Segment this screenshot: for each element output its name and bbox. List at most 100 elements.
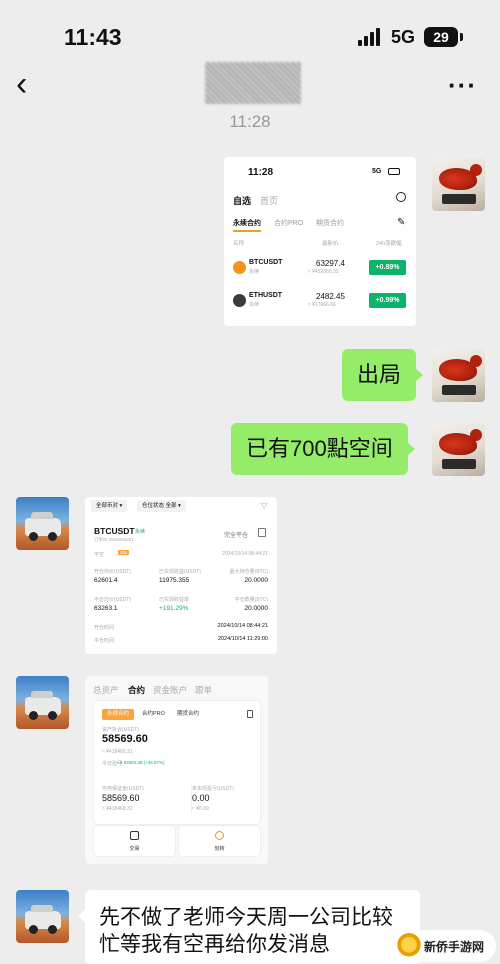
search-icon: [396, 192, 406, 202]
field-value: +191.29%: [159, 605, 189, 612]
site-watermark: 新侨手游网: [392, 930, 496, 962]
subtab-pro: 合约PRO: [274, 220, 304, 227]
contact-avatar[interactable]: [16, 890, 69, 943]
mini-battery-icon: [388, 168, 400, 175]
text-message[interactable]: 出局: [342, 349, 424, 401]
battery-icon: 29: [424, 27, 463, 47]
tab-total-assets: 总资产: [93, 685, 119, 695]
available-value: 58569.60: [102, 793, 140, 803]
field-label: 平仓数量(BTC): [234, 597, 268, 603]
filter-icon: ▽: [261, 501, 268, 510]
pill-pro: 合约PRO: [142, 711, 165, 717]
open-time: 2024/10/14 08:44:21: [217, 623, 268, 629]
field-label: 已实现收益率: [159, 597, 190, 603]
field-label: 最大持仓量(BTC): [229, 569, 268, 575]
my-avatar[interactable]: [432, 349, 485, 402]
mini-time: 11:28: [248, 167, 274, 178]
available-sub: ≈ ¥418468.31: [102, 806, 133, 812]
order-side: 平空: [94, 552, 105, 558]
pill-perpetual: 永续合约: [102, 709, 135, 720]
order-pair-tag: 永续: [135, 529, 146, 535]
close-time: 2024/10/14 11:29:00: [217, 636, 268, 642]
transfer-action: 划转: [179, 826, 260, 856]
image-message-market[interactable]: 11:28 5G 自选 首页 永续合约 合约PRO 期货合约 ✎ 名称 最新价 …: [224, 157, 416, 326]
order-status: 完全平仓: [224, 533, 249, 539]
logo-icon: [396, 933, 422, 959]
contact-avatar[interactable]: [16, 676, 69, 729]
field-label: 平仓均价(USDT): [94, 597, 131, 603]
account-card: 永续合约 合约PRO 期货合约 资产折合(USDT) 58569.60 ≈ ¥4…: [94, 701, 260, 824]
tab-home: 首页: [260, 196, 279, 206]
field-value: 62601.4: [94, 577, 118, 584]
row-symbol: ETHUSDT: [249, 292, 283, 299]
transfer-icon: [215, 831, 224, 840]
btc-coin-icon: [233, 261, 246, 274]
pnl-value: + ¥ 83084.38 (+36.57%): [116, 760, 165, 765]
back-icon[interactable]: ‹: [16, 67, 40, 101]
row-change: +0.89%: [369, 260, 406, 275]
status-bar: 11:43 5G 29: [0, 0, 500, 62]
tab-copytrade: 跟单: [195, 685, 213, 695]
share-icon: [258, 528, 266, 537]
equity-label: 资产折合(USDT): [102, 727, 139, 733]
unrealized-sub: ≈ ¥0.00: [192, 806, 209, 812]
trade-icon: [130, 831, 139, 840]
column-name: 名称: [233, 241, 245, 247]
filter-status: 仓位状态 全部 ▾: [137, 500, 186, 512]
chat-title: [205, 62, 301, 104]
transfer-label: 划转: [214, 846, 225, 852]
row-sub: 永续: [249, 269, 260, 275]
equity-sub: ≈ ¥418468.31: [102, 749, 133, 755]
contact-avatar[interactable]: [16, 497, 69, 550]
order-time-top: 2024/10/14 08:44:21: [222, 551, 268, 557]
tab-contract: 合约: [128, 685, 146, 695]
field-label: 已实现收益(USDT): [159, 569, 201, 575]
my-avatar[interactable]: [432, 423, 485, 476]
field-value: 11975.355: [159, 577, 190, 584]
mini-network: 5G: [372, 168, 382, 175]
field-label: 开仓均价(USDT): [94, 569, 131, 575]
row-sub: 永续: [249, 302, 260, 308]
close-time-label: 平仓时间: [94, 638, 115, 644]
watermark-text: 新侨手游网: [424, 940, 485, 954]
tab-funding: 资金账户: [153, 685, 188, 695]
open-time-label: 开仓时间: [94, 625, 115, 631]
row-price: 2482.45: [316, 292, 345, 301]
column-change: 24h涨跌幅: [376, 241, 402, 247]
leverage-badge: 20x: [118, 550, 130, 555]
eth-coin-icon: [233, 294, 246, 307]
row-price-sub: ≈ ¥452066.33: [308, 269, 339, 275]
tab-favorites: 自选: [233, 196, 252, 206]
row-symbol: BTCUSDT: [249, 259, 283, 266]
subtab-futures: 期货合约: [316, 220, 344, 227]
signal-icon: [358, 28, 384, 46]
edit-icon: ✎: [397, 217, 406, 228]
image-message-account[interactable]: 总资产 合约 资金账户 跟单 永续合约 合约PRO 期货合约 资产折合(USDT…: [85, 676, 268, 864]
field-value: 20.0000: [244, 605, 269, 612]
image-message-order[interactable]: 全部币对 ▾ 仓位状态 全部 ▾ ▽ BTCUSDT 永续 完全平仓 订单ID …: [85, 497, 277, 654]
column-price: 最新价: [322, 241, 339, 247]
trade-action: 交易: [94, 826, 175, 856]
filter-pair: 全部币对 ▾: [91, 500, 128, 512]
document-icon: [247, 710, 253, 718]
my-avatar[interactable]: [432, 158, 485, 211]
row-price-sub: ≈ ¥17666.66: [308, 302, 336, 308]
trade-label: 交易: [129, 846, 140, 852]
more-icon[interactable]: ···: [448, 70, 477, 101]
status-time: 11:43: [64, 24, 122, 50]
order-id: 订单ID 2519293281: [94, 537, 134, 542]
chat-header: ‹ ···: [0, 62, 500, 112]
row-change: +0.99%: [369, 293, 406, 308]
available-label: 可用保证金(USDT): [102, 786, 144, 792]
text-message[interactable]: 先不做了老师今天周一公司比较忙等我有空再给你发消息: [78, 890, 420, 964]
pill-futures: 期货合约: [177, 711, 200, 717]
message-timestamp: 11:28: [229, 112, 271, 131]
text-message[interactable]: 已有700點空间: [231, 423, 415, 475]
network-label: 5G: [391, 27, 416, 47]
field-value: 63263.1: [94, 605, 118, 612]
field-value: 20.0000: [244, 577, 269, 584]
unrealized-label: 未实现盈亏(USDT): [192, 786, 234, 792]
subtab-perpetual: 永续合约: [233, 218, 261, 232]
order-pair: BTCUSDT: [94, 526, 135, 536]
equity-value: 58569.60: [102, 733, 148, 745]
